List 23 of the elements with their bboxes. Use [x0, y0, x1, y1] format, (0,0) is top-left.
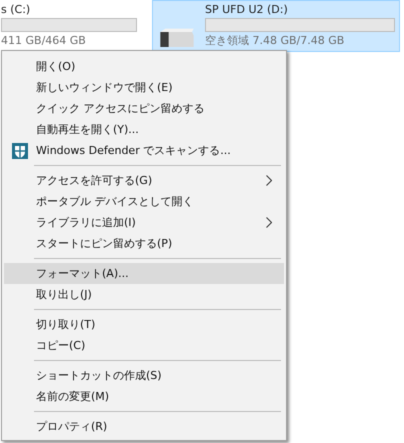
drive-tile[interactable]: SP UFD U2 (D:) 空き領域 7.48 GB/7.48 GB	[152, 0, 400, 52]
menu-item[interactable]: ショートカットの作成(S)	[4, 365, 284, 386]
menu-item[interactable]: 自動再生を開く(Y)...	[4, 119, 284, 140]
menu-item[interactable]: 取り出し(J)	[4, 284, 284, 305]
menu-item[interactable]: フォーマット(A)...	[4, 263, 284, 284]
menu-item[interactable]: 名前の変更(M)	[4, 386, 284, 407]
menu-item[interactable]: 切り取り(T)	[4, 314, 284, 335]
menu-item[interactable]: プロパティ(R)	[4, 416, 284, 437]
menu-item[interactable]: Windows Defender でスキャンする...	[4, 140, 284, 161]
menu-item[interactable]: 開く(O)	[4, 56, 284, 77]
menu-item[interactable]: アクセスを許可する(G)	[4, 170, 284, 191]
drive-name: s (C:)	[1, 3, 32, 16]
menu-item[interactable]: スタートにピン留めする(P)	[4, 233, 284, 254]
menu-item[interactable]: コピー(C)	[4, 335, 284, 356]
menu-item[interactable]: 新しいウィンドウで開く(E)	[4, 77, 284, 98]
menu-item[interactable]: ライブラリに追加(I)	[4, 212, 284, 233]
capacity-text: 411 GB/464 GB	[1, 34, 87, 47]
drive-tile[interactable]: s (C:) 411 GB/464 GB	[0, 0, 142, 52]
menu-item[interactable]: ポータブル デバイスとして開く	[4, 191, 284, 212]
shield-icon	[12, 142, 28, 158]
capacity-text: 空き領域 7.48 GB/7.48 GB	[205, 34, 346, 47]
menu-item[interactable]: クイック アクセスにピン留めする	[4, 98, 284, 119]
drive-name: SP UFD U2 (D:)	[205, 3, 289, 16]
